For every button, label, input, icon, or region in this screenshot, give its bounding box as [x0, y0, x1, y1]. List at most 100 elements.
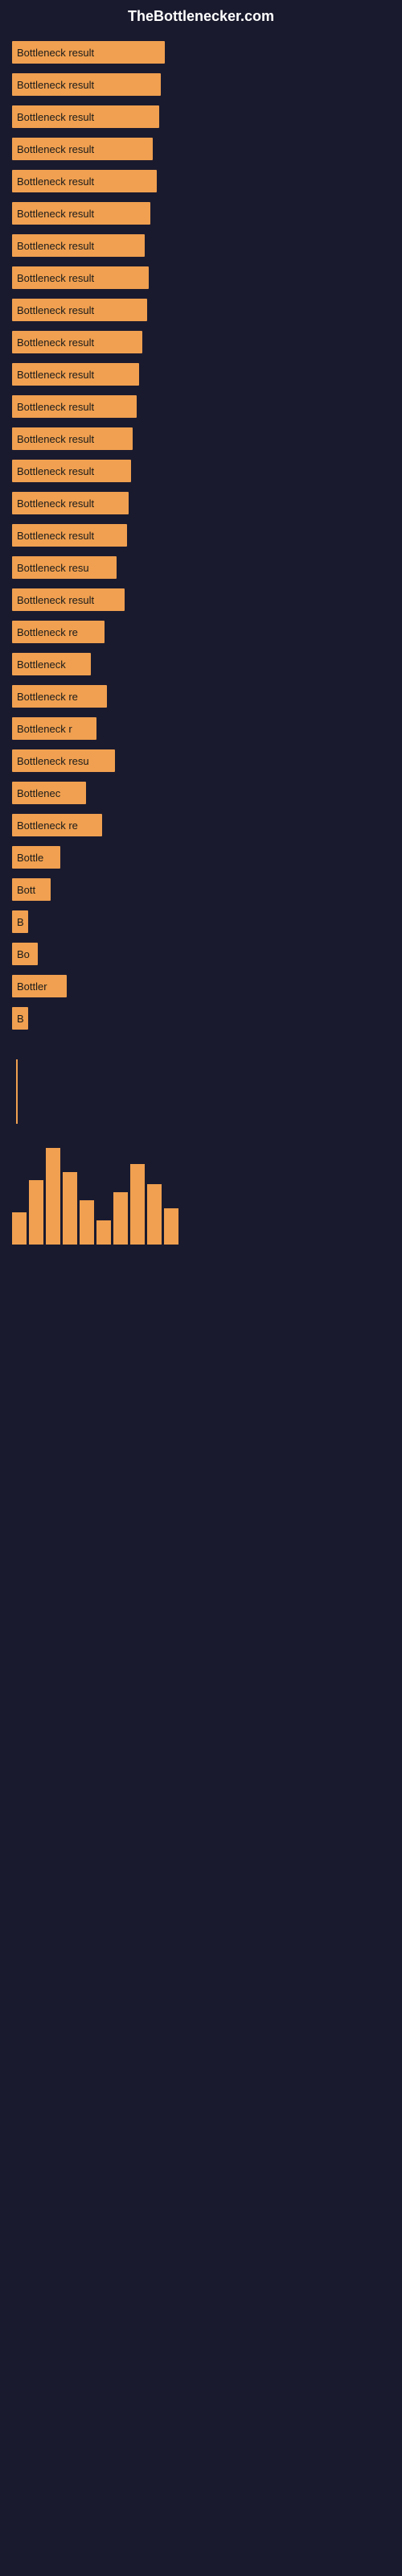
bar-label: Bottleneck result	[17, 433, 94, 445]
bar-label: B	[17, 1013, 24, 1025]
chart-bars-bottom	[0, 1148, 402, 1245]
bar-label: Bottleneck result	[17, 272, 94, 284]
bar-row: Bottleneck result	[12, 134, 390, 164]
bottleneck-bar: Bottle	[12, 846, 60, 869]
bar-row: Bottleneck result	[12, 295, 390, 325]
bar-row: Bottleneck resu	[12, 552, 390, 583]
bar-row: Bottleneck result	[12, 37, 390, 68]
bar-row: B	[12, 906, 390, 937]
bar-row: Bottleneck result	[12, 520, 390, 551]
bottleneck-bar: Bottleneck result	[12, 202, 150, 225]
bottleneck-bar: Bottleneck result	[12, 427, 133, 450]
bottleneck-bar: Bottleneck result	[12, 331, 142, 353]
bar-row: Bottler	[12, 971, 390, 1001]
bar-row: Bottleneck result	[12, 69, 390, 100]
bar-label: B	[17, 916, 24, 928]
bottleneck-bar: Bottleneck result	[12, 234, 145, 257]
bottleneck-bar: Bottleneck result	[12, 170, 157, 192]
chart-bar-vertical	[147, 1184, 162, 1245]
bar-label: Bottleneck result	[17, 304, 94, 316]
bar-row: Bottleneck re	[12, 681, 390, 712]
bottleneck-bar: B	[12, 1007, 28, 1030]
bottleneck-bar: Bott	[12, 878, 51, 901]
bar-row: Bottleneck re	[12, 810, 390, 840]
bottleneck-bar: Bottleneck result	[12, 73, 161, 96]
bars-container: Bottleneck result Bottleneck result Bottle…	[0, 29, 402, 1043]
bar-row: Bottleneck result	[12, 359, 390, 390]
bar-label: Bottleneck re	[17, 819, 78, 832]
bottleneck-bar: Bottleneck result	[12, 363, 139, 386]
bottleneck-bar: Bottleneck result	[12, 588, 125, 611]
bar-label: Bottleneck result	[17, 497, 94, 510]
bar-label: Bottleneck result	[17, 594, 94, 606]
bar-row: Bottle	[12, 842, 390, 873]
bar-label: Bottleneck result	[17, 175, 94, 188]
bar-row: Bottleneck r	[12, 713, 390, 744]
bar-label: Bottleneck result	[17, 47, 94, 59]
bar-label: Bottleneck result	[17, 336, 94, 349]
bottleneck-bar: Bottleneck r	[12, 717, 96, 740]
bar-row: Bottlenec	[12, 778, 390, 808]
bar-label: Bottleneck result	[17, 240, 94, 252]
bar-label: Bottle	[17, 852, 43, 864]
bar-label: Bottleneck result	[17, 143, 94, 155]
chart-bar-vertical	[63, 1172, 77, 1245]
bar-label: Bottlenec	[17, 787, 60, 799]
bottleneck-bar: Bottler	[12, 975, 67, 997]
bar-label: Bottleneck resu	[17, 755, 89, 767]
bottleneck-bar: Bottleneck resu	[12, 749, 115, 772]
bar-row: Bottleneck resu	[12, 745, 390, 776]
bar-row: Bott	[12, 874, 390, 905]
bar-row: Bottleneck result	[12, 198, 390, 229]
chart-area	[0, 1043, 402, 1132]
bar-label: Bo	[17, 948, 30, 960]
chart-bar-vertical	[29, 1180, 43, 1245]
bar-row: Bo	[12, 939, 390, 969]
bottleneck-bar: Bottleneck result	[12, 299, 147, 321]
bottleneck-bar: Bottleneck result	[12, 395, 137, 418]
chart-bar-vertical	[130, 1164, 145, 1245]
site-title: TheBottlenecker.com	[0, 0, 402, 29]
bottleneck-bar: Bottleneck result	[12, 41, 165, 64]
chart-bar-vertical	[12, 1212, 27, 1245]
bar-label: Bottleneck result	[17, 111, 94, 123]
bottleneck-bar: Bottlenec	[12, 782, 86, 804]
bottleneck-bar: Bottleneck result	[12, 266, 149, 289]
bar-label: Bottleneck result	[17, 208, 94, 220]
bottleneck-bar: Bottleneck result	[12, 492, 129, 514]
bar-row: B	[12, 1003, 390, 1034]
bar-row: Bottleneck result	[12, 327, 390, 357]
chart-bar-vertical	[113, 1192, 128, 1245]
bar-row: Bottleneck result	[12, 391, 390, 422]
bar-label: Bottleneck result	[17, 79, 94, 91]
vertical-line	[16, 1059, 18, 1124]
bar-label: Bottleneck result	[17, 369, 94, 381]
bottleneck-bar: Bottleneck	[12, 653, 91, 675]
bottleneck-bar: Bottleneck result	[12, 105, 159, 128]
bar-row: Bottleneck	[12, 649, 390, 679]
chart-bar-vertical	[164, 1208, 178, 1245]
bar-label: Bottleneck re	[17, 691, 78, 703]
bar-label: Bottler	[17, 980, 47, 993]
bar-row: Bottleneck result	[12, 423, 390, 454]
bar-label: Bottleneck result	[17, 530, 94, 542]
bar-label: Bottleneck re	[17, 626, 78, 638]
bottleneck-bar: Bottleneck re	[12, 814, 102, 836]
bar-label: Bottleneck resu	[17, 562, 89, 574]
bar-row: Bottleneck result	[12, 230, 390, 261]
bottleneck-bar: Bottleneck result	[12, 460, 131, 482]
bar-label: Bottleneck result	[17, 465, 94, 477]
bottleneck-bar: Bottleneck re	[12, 621, 105, 643]
bottleneck-bar: Bo	[12, 943, 38, 965]
bar-label: Bottleneck result	[17, 401, 94, 413]
bar-label: Bottleneck r	[17, 723, 72, 735]
bottleneck-bar: Bottleneck result	[12, 138, 153, 160]
bar-row: Bottleneck result	[12, 166, 390, 196]
bottleneck-bar: Bottleneck result	[12, 524, 127, 547]
bar-label: Bottleneck	[17, 658, 66, 671]
chart-bar-vertical	[80, 1200, 94, 1245]
chart-bar-vertical	[96, 1220, 111, 1245]
bar-row: Bottleneck result	[12, 101, 390, 132]
bar-row: Bottleneck re	[12, 617, 390, 647]
bottleneck-bar: Bottleneck resu	[12, 556, 117, 579]
